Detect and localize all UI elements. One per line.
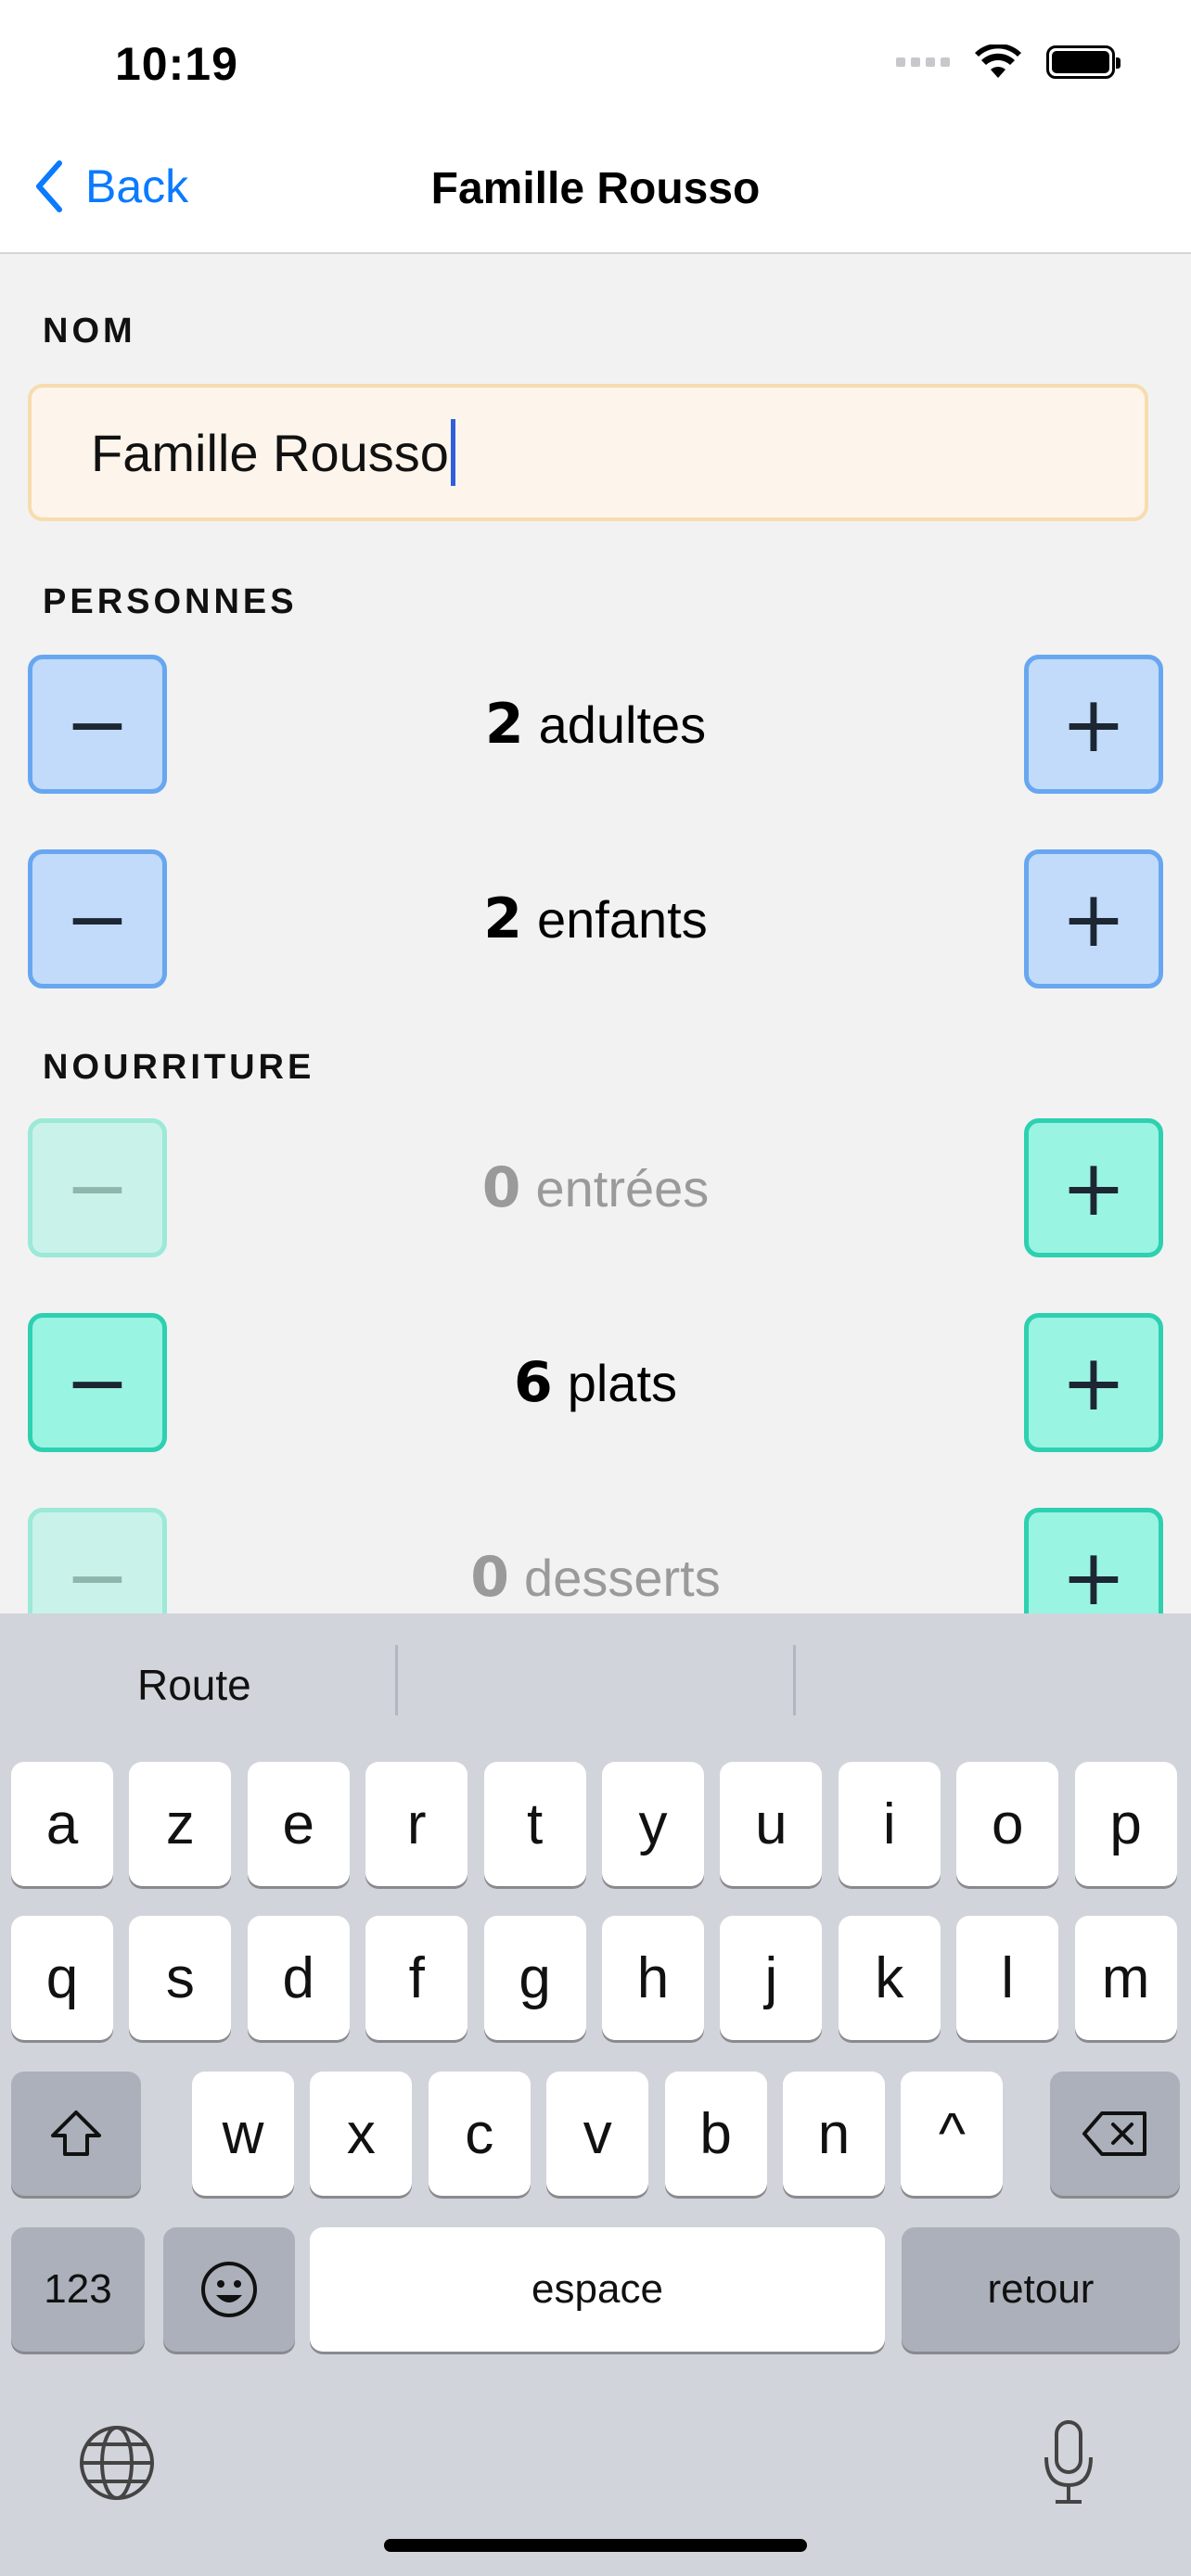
children-decrement-button[interactable]: − xyxy=(28,849,167,988)
children-increment-button[interactable]: + xyxy=(1024,849,1163,988)
text-caret xyxy=(450,419,455,486)
name-section-label: NOM xyxy=(43,312,136,351)
key-k[interactable]: k xyxy=(838,1916,941,2040)
key-o[interactable]: o xyxy=(956,1762,1059,1886)
on-screen-keyboard: Route azertyuiop qsdfghjklm w x c v b n ^ 123 … xyxy=(0,1613,1191,2576)
home-indicator xyxy=(384,2539,807,2552)
mains-unit: plats xyxy=(567,1353,678,1412)
plus-icon: + xyxy=(1060,679,1127,770)
key-x[interactable]: x xyxy=(310,2072,413,2196)
plus-icon: + xyxy=(1060,1532,1127,1623)
battery-icon xyxy=(1046,45,1121,79)
children-count: 2 xyxy=(483,886,523,951)
key-a[interactable]: a xyxy=(11,1762,113,1886)
minus-icon: − xyxy=(64,1142,131,1233)
suggestion-bar: Route xyxy=(0,1613,1191,1762)
key-e[interactable]: e xyxy=(247,1762,350,1886)
mains-count-label: 6 plats xyxy=(167,1313,1024,1452)
suggestion-divider xyxy=(793,1645,796,1715)
key-z[interactable]: z xyxy=(129,1762,232,1886)
suggestion-item[interactable]: Route xyxy=(137,1660,251,1710)
space-key[interactable]: espace xyxy=(310,2227,885,2352)
key-s[interactable]: s xyxy=(129,1916,232,2040)
key-p[interactable]: p xyxy=(1074,1762,1177,1886)
key-y[interactable]: y xyxy=(602,1762,704,1886)
plus-icon: + xyxy=(1060,1142,1127,1233)
shift-key[interactable] xyxy=(11,2072,141,2196)
adults-count-label: 2 adultes xyxy=(167,655,1024,794)
children-count-label: 2 enfants xyxy=(167,849,1024,988)
key-j[interactable]: j xyxy=(720,1916,823,2040)
key-b[interactable]: b xyxy=(664,2072,767,2196)
key-r[interactable]: r xyxy=(365,1762,468,1886)
starters-decrement-button[interactable]: − xyxy=(28,1118,167,1257)
key-q[interactable]: q xyxy=(11,1916,113,2040)
key-h[interactable]: h xyxy=(602,1916,704,2040)
cellular-signal-icon xyxy=(896,57,950,67)
food-section-label: NOURRITURE xyxy=(43,1048,315,1087)
microphone-icon[interactable] xyxy=(1041,2418,1096,2507)
mains-decrement-button[interactable]: − xyxy=(28,1313,167,1452)
status-time: 10:19 xyxy=(115,38,238,90)
emoji-key[interactable] xyxy=(163,2227,295,2352)
minus-icon: − xyxy=(64,1337,131,1428)
name-input[interactable]: Famille Rousso xyxy=(28,384,1148,521)
key-t[interactable]: t xyxy=(483,1762,586,1886)
plus-icon: + xyxy=(1060,1337,1127,1428)
plus-icon: + xyxy=(1060,874,1127,964)
children-stepper: − 2 enfants + xyxy=(28,849,1163,988)
return-key[interactable]: retour xyxy=(902,2227,1180,2352)
mains-stepper: − 6 plats + xyxy=(28,1313,1163,1452)
adults-count: 2 xyxy=(484,692,524,757)
people-section-label: PERSONNES xyxy=(43,582,298,621)
adults-stepper: − 2 adultes + xyxy=(28,655,1163,794)
key-m[interactable]: m xyxy=(1074,1916,1177,2040)
key-w[interactable]: w xyxy=(192,2072,294,2196)
adults-increment-button[interactable]: + xyxy=(1024,655,1163,794)
key-g[interactable]: g xyxy=(483,1916,586,2040)
key-i[interactable]: i xyxy=(838,1762,941,1886)
minus-icon: − xyxy=(64,874,131,964)
starters-increment-button[interactable]: + xyxy=(1024,1118,1163,1257)
suggestion-divider xyxy=(395,1645,398,1715)
mains-increment-button[interactable]: + xyxy=(1024,1313,1163,1452)
key-u[interactable]: u xyxy=(720,1762,823,1886)
adults-decrement-button[interactable]: − xyxy=(28,655,167,794)
starters-unit: entrées xyxy=(535,1158,710,1218)
emoji-icon xyxy=(201,2262,257,2317)
minus-icon: − xyxy=(64,679,131,770)
key-c[interactable]: c xyxy=(428,2072,531,2196)
key-l[interactable]: l xyxy=(956,1916,1059,2040)
minus-icon: − xyxy=(64,1532,131,1623)
status-icons xyxy=(896,45,1121,80)
name-input-value: Famille Rousso xyxy=(91,423,449,482)
delete-icon xyxy=(1082,2111,1146,2156)
key-d[interactable]: d xyxy=(247,1916,350,2040)
desserts-unit: desserts xyxy=(524,1548,721,1607)
top-bar: 10:19 Back Famille Rousso xyxy=(0,0,1191,254)
adults-unit: adultes xyxy=(538,695,707,754)
numbers-key[interactable]: 123 xyxy=(11,2227,145,2352)
delete-key[interactable] xyxy=(1050,2072,1180,2196)
starters-count: 0 xyxy=(481,1155,521,1220)
mains-count: 6 xyxy=(513,1350,553,1415)
wifi-icon xyxy=(975,45,1021,78)
key-circumflex[interactable]: ^ xyxy=(901,2072,1004,2196)
starters-stepper: − 0 entrées + xyxy=(28,1118,1163,1257)
globe-icon[interactable] xyxy=(78,2424,156,2502)
page-title: Famille Rousso xyxy=(430,164,761,213)
starters-count-label: 0 entrées xyxy=(167,1118,1024,1257)
key-n[interactable]: n xyxy=(783,2072,885,2196)
key-v[interactable]: v xyxy=(546,2072,649,2196)
desserts-count: 0 xyxy=(470,1545,510,1610)
children-unit: enfants xyxy=(537,889,708,949)
key-f[interactable]: f xyxy=(365,1916,468,2040)
shift-icon xyxy=(51,2111,101,2156)
